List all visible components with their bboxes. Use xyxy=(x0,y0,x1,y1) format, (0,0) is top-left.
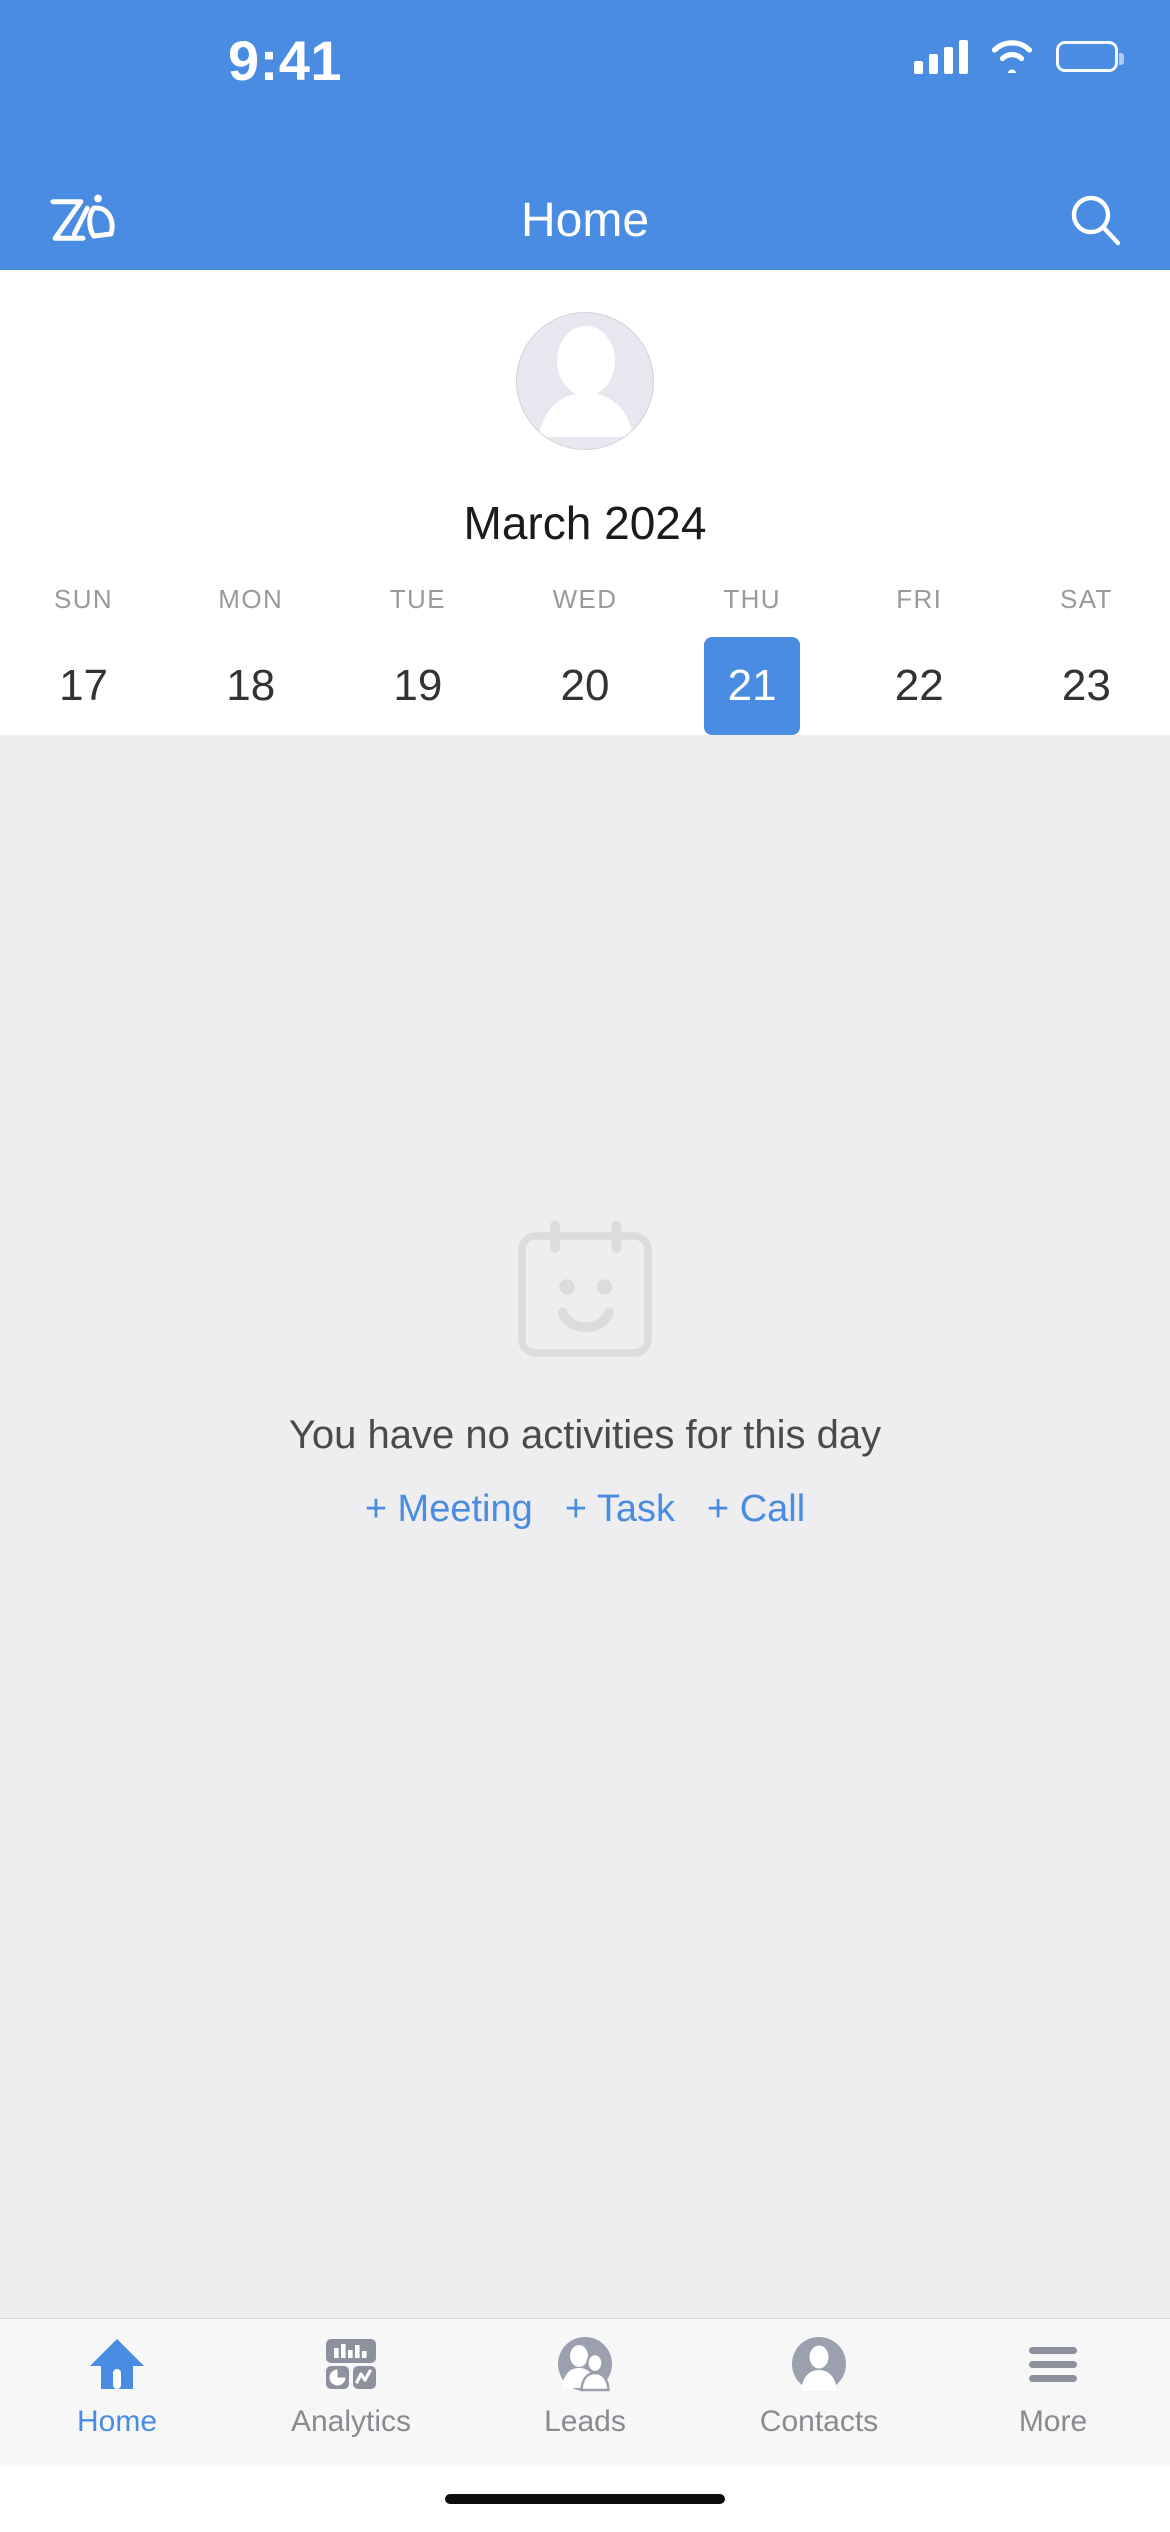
day-cell-23[interactable]: SAT 23 xyxy=(1003,584,1170,735)
day-number: 17 xyxy=(59,661,109,710)
tab-leads[interactable]: Leads xyxy=(468,2333,702,2466)
status-bar: 9:41 xyxy=(0,0,1170,170)
calendar-header: March 2024 SUN 17 MON 18 TUE 19 WED 20 T… xyxy=(0,270,1170,735)
user-avatar-placeholder[interactable] xyxy=(516,312,654,450)
day-number-selected: 21 xyxy=(704,637,801,735)
day-cell-21[interactable]: THU 21 xyxy=(669,584,836,735)
status-bar-indicators xyxy=(914,38,1124,74)
day-number: 23 xyxy=(1061,661,1111,710)
home-indicator-area xyxy=(0,2466,1170,2532)
calendar-smiley-icon xyxy=(518,1220,652,1357)
month-label: March 2024 xyxy=(463,497,707,549)
add-meeting-link[interactable]: + Meeting xyxy=(365,1488,533,1531)
day-number: 19 xyxy=(393,661,443,710)
weekday-label: FRI xyxy=(896,584,943,614)
search-icon[interactable] xyxy=(1066,190,1126,250)
day-number: 20 xyxy=(560,661,610,710)
day-cell-19[interactable]: TUE 19 xyxy=(334,584,501,735)
add-call-link[interactable]: + Call xyxy=(707,1488,805,1531)
empty-state-actions: + Meeting + Task + Call xyxy=(365,1488,805,1531)
tab-contacts[interactable]: Contacts xyxy=(702,2333,936,2466)
weekday-label: TUE xyxy=(389,584,446,614)
weekday-label: MON xyxy=(218,584,284,614)
tab-label: Analytics xyxy=(290,2405,412,2438)
leads-icon xyxy=(556,2333,614,2395)
day-number: 18 xyxy=(226,661,276,710)
person-silhouette-icon xyxy=(539,326,633,437)
home-icon xyxy=(88,2333,146,2395)
tab-analytics[interactable]: Analytics xyxy=(234,2333,468,2466)
app-screen: 9:41 Home March 2024 SUN 17 MON 18 TUE 1… xyxy=(0,0,1170,2532)
activities-panel: You have no activities for this day + Me… xyxy=(0,735,1170,2318)
empty-state-message: You have no activities for this day xyxy=(288,1413,882,1457)
page-title: Home xyxy=(520,193,650,247)
zia-logo[interactable] xyxy=(44,191,122,249)
add-task-link[interactable]: + Task xyxy=(565,1488,675,1531)
battery-icon xyxy=(1056,40,1124,72)
contacts-icon xyxy=(790,2333,848,2395)
weekday-label: THU xyxy=(723,584,781,614)
bottom-tab-bar: Home Analytics Leads Contacts More xyxy=(0,2318,1170,2466)
tab-home[interactable]: Home xyxy=(0,2333,234,2466)
cellular-signal-icon xyxy=(914,38,968,74)
day-cell-22[interactable]: FRI 22 xyxy=(836,584,1003,735)
navigation-bar: Home xyxy=(0,170,1170,270)
hamburger-icon xyxy=(1025,2333,1081,2395)
day-number: 22 xyxy=(894,661,944,710)
weekday-label: SUN xyxy=(54,584,114,614)
day-cell-17[interactable]: SUN 17 xyxy=(0,584,167,735)
week-strip: SUN 17 MON 18 TUE 19 WED 20 THU 21 FRI 2… xyxy=(0,584,1170,735)
tab-label: Contacts xyxy=(759,2405,879,2438)
analytics-icon xyxy=(323,2333,379,2395)
day-cell-18[interactable]: MON 18 xyxy=(167,584,334,735)
status-bar-time: 9:41 xyxy=(227,29,343,92)
weekday-label: WED xyxy=(552,584,618,614)
weekday-label: SAT xyxy=(1059,584,1113,614)
tab-more[interactable]: More xyxy=(936,2333,1170,2466)
tab-label: More xyxy=(1018,2405,1088,2438)
tab-label: Home xyxy=(76,2405,158,2438)
home-indicator[interactable] xyxy=(445,2494,725,2504)
avatar-container[interactable] xyxy=(0,312,1170,450)
tab-label: Leads xyxy=(544,2405,626,2438)
day-cell-20[interactable]: WED 20 xyxy=(501,584,668,735)
wifi-icon xyxy=(991,40,1033,73)
